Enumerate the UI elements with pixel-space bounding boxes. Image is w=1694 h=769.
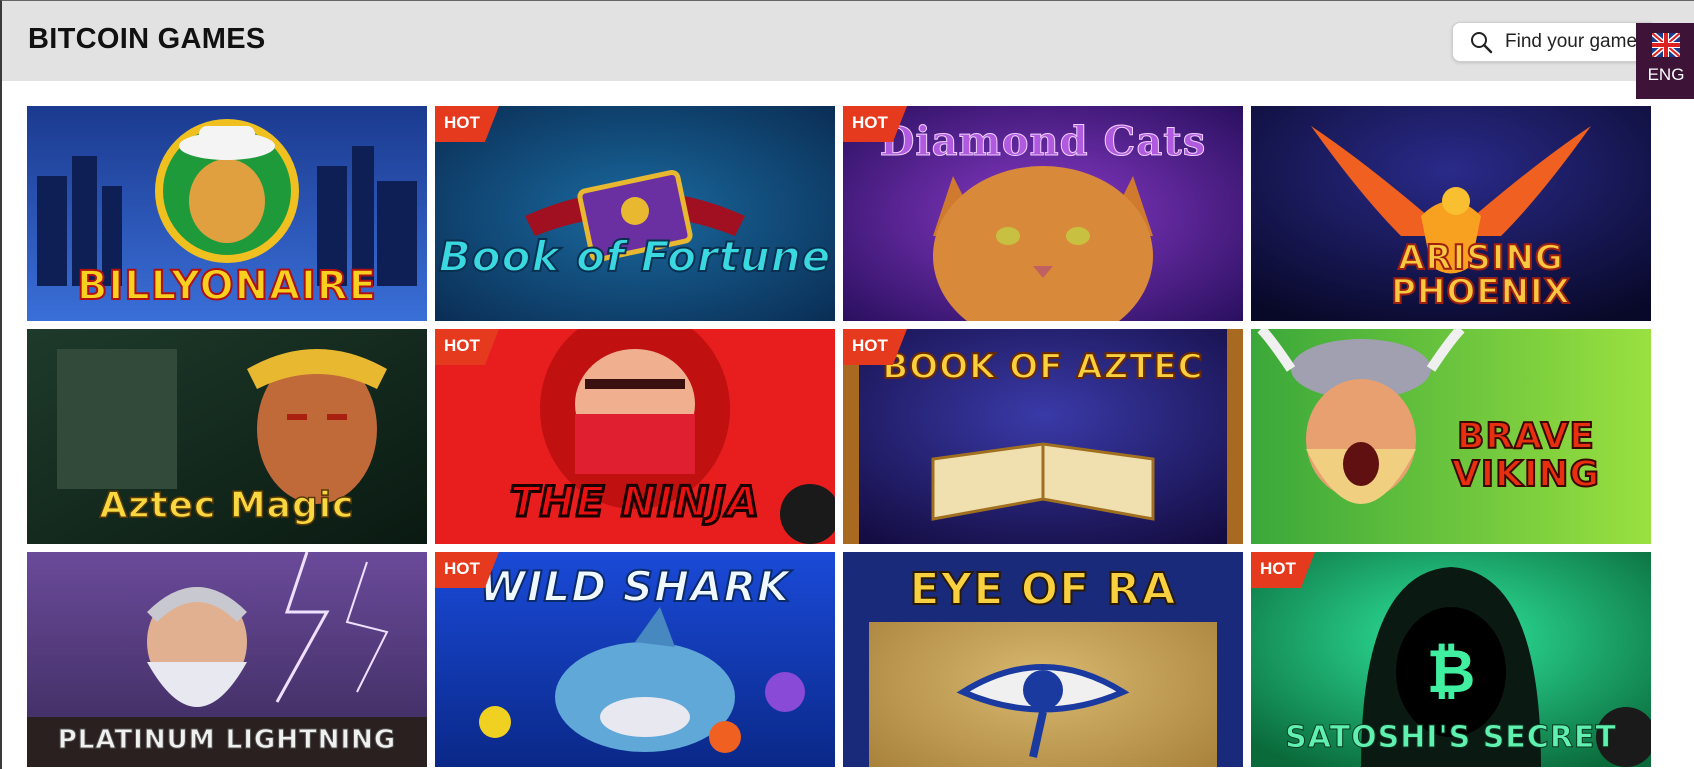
game-tile-diamond-cats[interactable]: Diamond Cats HOT	[843, 106, 1243, 321]
game-title: BOOK OF AZTEC	[881, 346, 1204, 388]
game-title: Aztec Magic	[99, 484, 355, 527]
search-placeholder: Find your game	[1505, 31, 1638, 52]
search-icon	[1471, 32, 1493, 54]
game-title: EYE OF RA	[908, 563, 1177, 616]
game-tile-the-ninja[interactable]: THE NINJA HOT	[435, 329, 835, 544]
game-title: BRAVE VIKING	[1451, 416, 1601, 495]
language-label: ENG	[1647, 65, 1685, 84]
svg-text:₿: ₿	[1427, 638, 1476, 705]
page-title: BITCOIN GAMES	[28, 23, 266, 55]
game-title: ARISING PHOENIX	[1390, 238, 1571, 312]
game-tile-book-of-fortune[interactable]: Book of Fortune HOT	[435, 106, 835, 321]
games-grid: BILLYONAIRE Book of Fortune HOT Diamond …	[27, 106, 1653, 767]
game-tile-eye-of-ra[interactable]: EYE OF RA	[843, 552, 1243, 767]
book-of-fortune-artwork	[435, 106, 835, 321]
game-tile-arising-phoenix[interactable]: ARISING PHOENIX	[1251, 106, 1651, 321]
game-tile-brave-viking[interactable]: BRAVE VIKING	[1251, 329, 1651, 544]
game-title: PLATINUM LIGHTNING	[57, 725, 397, 756]
game-title: Diamond Cats	[879, 118, 1207, 166]
game-title: WILD SHARK	[479, 561, 791, 612]
game-tile-billyonaire[interactable]: BILLYONAIRE	[27, 106, 427, 321]
search-box[interactable]: Find your game	[1452, 22, 1652, 62]
language-selector[interactable]: ENG	[1636, 23, 1694, 99]
header-bar: BITCOIN GAMES Find your game	[2, 1, 1694, 81]
game-title: SATOSHI'S SECRET	[1285, 720, 1617, 756]
game-tile-satoshis-secret[interactable]: ₿ SATOSHI'S SECRET HOT	[1251, 552, 1651, 767]
uk-flag-icon	[1652, 33, 1680, 57]
game-tile-aztec-magic[interactable]: Aztec Magic	[27, 329, 427, 544]
game-title: Book of Fortune	[438, 231, 832, 282]
game-tile-platinum-lightning[interactable]: PLATINUM LIGHTNING	[27, 552, 427, 767]
game-title: BILLYONAIRE	[76, 262, 378, 310]
game-tile-book-of-aztec[interactable]: BOOK OF AZTEC HOT	[843, 329, 1243, 544]
game-title: THE NINJA	[508, 476, 761, 528]
game-tile-wild-shark[interactable]: WILD SHARK HOT	[435, 552, 835, 767]
page: BITCOIN GAMES Find your game ENG BILLYON…	[0, 0, 1694, 769]
